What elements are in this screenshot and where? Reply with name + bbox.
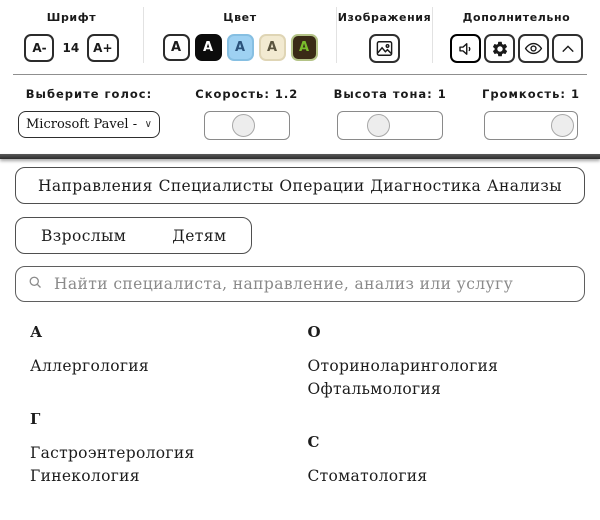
volume-slider-thumb[interactable] <box>551 114 574 137</box>
group-letter: А <box>30 323 308 341</box>
images-section: Изображения <box>337 7 433 63</box>
group-letter: С <box>308 433 586 451</box>
directory-item-ophthalmology[interactable]: Офтальмология <box>308 378 586 401</box>
collapse-panel-button[interactable] <box>552 34 583 63</box>
color-scheme-beige-button[interactable]: A <box>259 34 286 61</box>
voice-select-value: Microsoft Pavel - <box>26 117 137 132</box>
toggle-images-button[interactable] <box>369 34 400 63</box>
directory-item-gastroenterology[interactable]: Гастроэнтерология <box>30 442 308 465</box>
extra-section-label: Дополнительно <box>463 11 571 24</box>
speed-slider-thumb[interactable] <box>232 114 255 137</box>
select-caret-icon: ∨ <box>145 119 152 130</box>
font-section-label: Шрифт <box>47 11 96 24</box>
directory-column-right: О Оториноларингология Офтальмология С Ст… <box>308 323 586 520</box>
directory-list: А Аллергология Г Гастроэнтерология Гинек… <box>15 323 585 520</box>
volume-column: Громкость: 1 <box>482 87 580 140</box>
pitch-column: Высота тона: 1 <box>334 87 447 140</box>
volume-label: Громкость: 1 <box>482 87 580 101</box>
search-input[interactable] <box>52 274 572 294</box>
search-bar <box>15 266 585 302</box>
color-scheme-blue-button[interactable]: A <box>227 34 254 61</box>
pitch-slider-thumb[interactable] <box>367 114 390 137</box>
voice-select[interactable]: Microsoft Pavel - ∨ <box>18 111 160 138</box>
directory-group-o: О Оториноларингология Офтальмология <box>308 323 586 401</box>
directory-group-g: Г Гастроэнтерология Гинекология <box>30 410 308 488</box>
eye-icon <box>524 39 543 58</box>
directory-group-a: А Аллергология <box>30 323 308 378</box>
directory-item-gynecology[interactable]: Гинекология <box>30 465 308 488</box>
speed-slider[interactable] <box>204 111 290 140</box>
tab-adults[interactable]: Взрослым <box>41 227 126 245</box>
group-letter: Г <box>30 410 308 428</box>
tab-operations[interactable]: Операции <box>279 177 364 195</box>
tab-directions[interactable]: Направления <box>38 177 153 195</box>
directory-group-s: С Стоматология <box>308 433 586 488</box>
speed-column: Скорость: 1.2 <box>195 87 298 140</box>
tab-analyses[interactable]: Анализы <box>487 177 562 195</box>
tab-specialists[interactable]: Специалисты <box>159 177 274 195</box>
vision-button[interactable] <box>518 34 549 63</box>
extra-section: Дополнительно <box>433 7 600 63</box>
speed-label: Скорость: 1.2 <box>195 87 298 101</box>
audience-tabs: Взрослым Детям <box>15 217 252 254</box>
main-nav-tabs: Направления Специалисты Операции Диагнос… <box>15 167 585 204</box>
font-decrease-button[interactable]: A- <box>24 34 54 62</box>
search-icon <box>28 275 43 294</box>
color-scheme-brown-button[interactable]: A <box>291 34 318 61</box>
chevron-up-icon <box>559 40 577 58</box>
speech-button[interactable] <box>450 34 481 63</box>
accessibility-toolbar: Шрифт A- 14 A+ Цвет A A A A A Изображени… <box>0 0 600 74</box>
pitch-slider[interactable] <box>337 111 443 140</box>
page-content: Направления Специалисты Операции Диагнос… <box>0 159 600 520</box>
settings-button[interactable] <box>484 34 515 63</box>
speech-settings-row: Выберите голос: Microsoft Pavel - ∨ Скор… <box>0 75 600 140</box>
directory-item-allergology[interactable]: Аллергология <box>30 355 308 378</box>
gear-icon <box>491 40 509 58</box>
directory-column-left: А Аллергология Г Гастроэнтерология Гинек… <box>30 323 308 520</box>
font-size-value: 14 <box>60 41 81 55</box>
group-letter: О <box>308 323 586 341</box>
image-icon <box>375 39 394 58</box>
voice-column: Выберите голос: Microsoft Pavel - ∨ <box>18 87 160 138</box>
directory-item-otorhinolaryngology[interactable]: Оториноларингология <box>308 355 586 378</box>
font-section: Шрифт A- 14 A+ <box>0 7 144 63</box>
color-section-label: Цвет <box>223 11 256 24</box>
color-scheme-black-button[interactable]: A <box>195 34 222 61</box>
color-scheme-white-button[interactable]: A <box>163 34 190 61</box>
volume-slider[interactable] <box>484 111 578 140</box>
images-section-label: Изображения <box>338 11 432 24</box>
tab-diagnostics[interactable]: Диагностика <box>370 177 481 195</box>
tab-children[interactable]: Детям <box>172 227 226 245</box>
font-increase-button[interactable]: A+ <box>87 34 118 62</box>
pitch-label: Высота тона: 1 <box>334 87 447 101</box>
speaker-icon <box>457 40 475 58</box>
directory-item-stomatology[interactable]: Стоматология <box>308 465 586 488</box>
voice-label: Выберите голос: <box>26 87 152 101</box>
color-section: Цвет A A A A A <box>144 7 337 63</box>
